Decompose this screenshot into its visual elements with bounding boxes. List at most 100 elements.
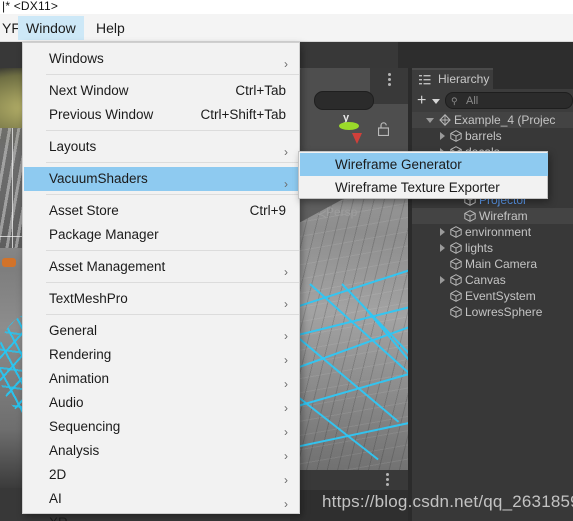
menu-bar xyxy=(0,14,573,42)
hierarchy-row-label: lights xyxy=(465,241,494,255)
hierarchy-row[interactable]: Canvas xyxy=(412,272,573,288)
top-toolbar-row2 xyxy=(398,42,573,68)
hierarchy-row[interactable]: environment xyxy=(412,224,573,240)
hierarchy-row[interactable]: Example_4 (Projec xyxy=(412,112,573,128)
menu-item-vacuumshaders[interactable]: VacuumShaders › xyxy=(24,167,300,191)
menu-item-xr[interactable]: XR › xyxy=(24,511,300,521)
menu-item-ai[interactable]: AI › xyxy=(24,487,300,511)
menubar-item-window[interactable]: Window xyxy=(18,16,84,40)
menu-item-label: Windows xyxy=(49,51,104,66)
menu-item-general[interactable]: General › xyxy=(24,319,300,343)
hierarchy-search-placeholder: All xyxy=(466,95,479,107)
menu-item-next-window[interactable]: Next Window Ctrl+Tab xyxy=(24,79,300,103)
scene-edge-line xyxy=(12,128,13,248)
chevron-right-icon: › xyxy=(284,516,288,521)
menu-item-rendering[interactable]: Rendering › xyxy=(24,343,300,367)
menu-item-package-manager[interactable]: Package Manager xyxy=(24,223,300,247)
menu-item-label: AI xyxy=(49,491,62,506)
scene-view-bottom-bar xyxy=(300,470,408,490)
hierarchy-row-label: Canvas xyxy=(465,273,506,287)
hierarchy-row[interactable]: EventSystem xyxy=(412,288,573,304)
menu-separator xyxy=(46,314,299,315)
menu-separator xyxy=(46,282,299,283)
watermark-text: https://blog.csdn.net/qq_26318597 xyxy=(322,492,573,511)
menu-item-asset-management[interactable]: Asset Management › xyxy=(24,255,300,279)
menu-item-previous-window[interactable]: Previous Window Ctrl+Shift+Tab xyxy=(24,103,300,127)
chevron-right-icon: › xyxy=(284,265,288,279)
chevron-right-icon[interactable] xyxy=(440,276,445,284)
hierarchy-tabrow-bg xyxy=(493,68,573,89)
cube-icon xyxy=(450,258,462,270)
cube-icon xyxy=(450,226,462,238)
menu-item-shortcut: Ctrl+9 xyxy=(249,203,286,218)
menubar-item-help[interactable]: Help xyxy=(88,16,133,40)
menu-item-label: Asset Store xyxy=(49,203,119,218)
menu-item-label: VacuumShaders xyxy=(49,171,148,186)
menu-item-analysis[interactable]: Analysis › xyxy=(24,439,300,463)
submenu-item-wireframe-texture-exporter[interactable]: Wireframe Texture Exporter xyxy=(300,176,548,199)
chevron-right-icon: › xyxy=(284,57,288,71)
menu-item-sequencing[interactable]: Sequencing › xyxy=(24,415,300,439)
menu-item-label: Previous Window xyxy=(49,107,154,122)
toggle-spacer xyxy=(440,292,445,300)
chevron-right-icon[interactable] xyxy=(440,228,445,236)
tab-hierarchy-label: Hierarchy xyxy=(438,72,490,86)
chevron-down-icon[interactable] xyxy=(432,99,440,104)
gizmo-axis-x-cone[interactable] xyxy=(352,133,362,144)
menu-item-label: Layouts xyxy=(49,139,97,154)
chevron-right-icon[interactable] xyxy=(440,244,445,252)
submenu-item-label: Wireframe Texture Exporter xyxy=(335,180,500,195)
add-object-button[interactable]: + xyxy=(417,93,426,109)
menu-item-shortcut: Ctrl+Shift+Tab xyxy=(200,107,286,122)
hierarchy-row-label: EventSystem xyxy=(465,289,536,303)
submenu-item-wireframe-generator[interactable]: Wireframe Generator xyxy=(300,153,548,176)
menu-item-label: Analysis xyxy=(49,443,100,458)
menu-separator xyxy=(46,162,299,163)
scene-view-right[interactable] xyxy=(300,68,408,488)
menu-separator xyxy=(46,74,299,75)
chevron-down-icon[interactable] xyxy=(426,117,434,123)
lock-open-icon[interactable] xyxy=(378,122,389,136)
scene-prop xyxy=(2,258,16,267)
menu-item-label: Audio xyxy=(49,395,84,410)
menu-item-2d[interactable]: 2D › xyxy=(24,463,300,487)
hierarchy-row[interactable]: Main Camera xyxy=(412,256,573,272)
menu-separator xyxy=(46,194,299,195)
menu-item-animation[interactable]: Animation › xyxy=(24,367,300,391)
hierarchy-search-input[interactable] xyxy=(445,92,573,109)
kebab-menu-icon[interactable] xyxy=(386,473,389,487)
menu-item-asset-store[interactable]: Asset Store Ctrl+9 xyxy=(24,199,300,223)
hierarchy-row[interactable]: lights xyxy=(412,240,573,256)
vacuumshaders-submenu: Wireframe Generator Wireframe Texture Exp… xyxy=(298,151,548,199)
window-dropdown-menu: Windows › Next Window Ctrl+Tab Previous Wind… xyxy=(22,42,300,521)
chevron-right-icon: › xyxy=(284,177,288,191)
hierarchy-row-label: Main Camera xyxy=(465,257,538,271)
menu-item-label: Animation xyxy=(49,371,110,386)
projection-label[interactable]: Persp xyxy=(326,205,357,219)
chevron-right-icon[interactable] xyxy=(440,132,445,140)
menu-item-layouts[interactable]: Layouts › xyxy=(24,135,300,159)
menu-item-label: XR xyxy=(49,511,68,521)
menu-item-label: General xyxy=(49,323,98,338)
panel-kebab-icon[interactable] xyxy=(388,73,391,88)
toggle-spacer xyxy=(454,212,459,220)
menu-item-shortcut: Ctrl+Tab xyxy=(235,83,286,98)
menu-item-label: Next Window xyxy=(49,83,129,98)
scene-search-field[interactable] xyxy=(314,91,374,110)
hierarchy-row[interactable]: Wirefram xyxy=(412,208,573,224)
menu-separator xyxy=(46,250,299,251)
menu-separator xyxy=(46,130,299,131)
hierarchy-row[interactable]: barrels xyxy=(412,128,573,144)
cube-icon xyxy=(450,130,462,142)
menu-item-windows[interactable]: Windows › xyxy=(24,47,300,71)
menu-item-label: Package Manager xyxy=(49,227,159,242)
search-icon: ⚲ xyxy=(451,96,458,106)
cube-icon xyxy=(450,242,462,254)
hierarchy-row[interactable]: LowresSphere xyxy=(412,304,573,320)
menu-item-label: Sequencing xyxy=(49,419,121,434)
gizmo-axis-y-cone[interactable] xyxy=(339,122,359,130)
menu-item-textmeshpro[interactable]: TextMeshPro › xyxy=(24,287,300,311)
menu-item-audio[interactable]: Audio › xyxy=(24,391,300,415)
cube-icon xyxy=(450,274,462,286)
menu-item-label: Asset Management xyxy=(49,259,166,274)
